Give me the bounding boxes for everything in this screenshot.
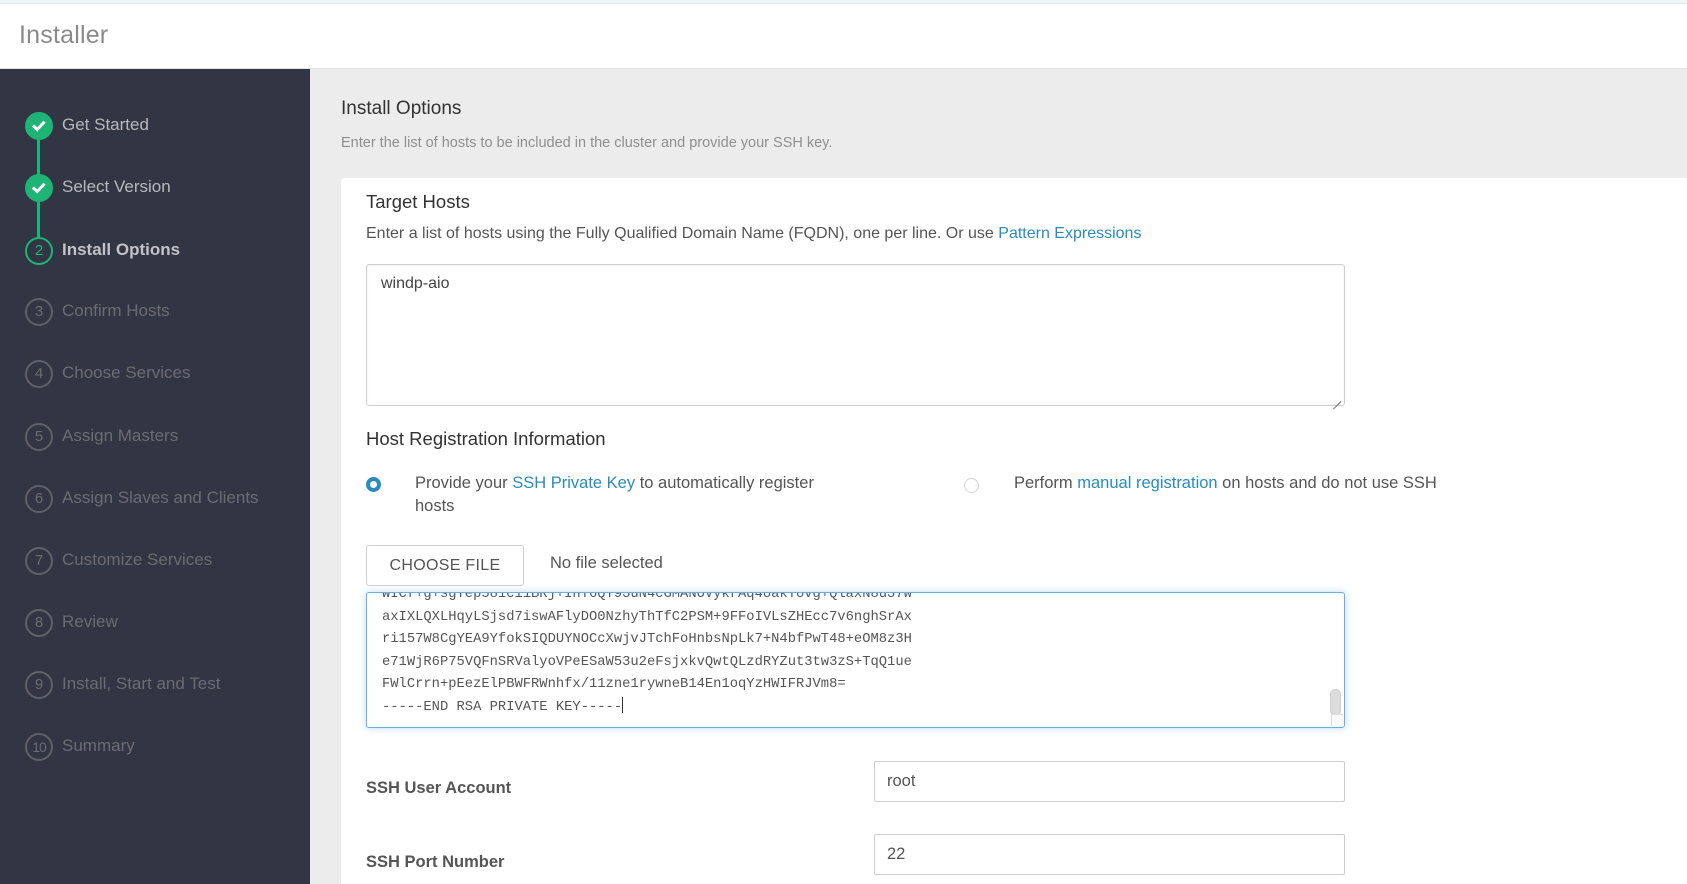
step-label: Choose Services <box>62 363 191 382</box>
step-assign-slaves-clients: 6 Assign Slaves and Clients <box>0 485 310 515</box>
description-text: Enter a list of hosts using the Fully Qu… <box>366 225 999 242</box>
step-number-badge: 7 <box>25 547 53 575</box>
page-subtitle: Enter the list of hosts to be included i… <box>341 135 833 151</box>
step-label: Review <box>62 612 118 631</box>
manual-registration-option-label[interactable]: Perform manual registration on hosts and… <box>1014 472 1437 495</box>
step-label: Customize Services <box>62 550 213 569</box>
step-number-badge: 3 <box>25 298 53 326</box>
step-number-badge: 5 <box>25 423 53 451</box>
step-label: Summary <box>62 736 135 755</box>
app-title: Installer <box>19 21 109 49</box>
host-registration-title: Host Registration Information <box>366 428 606 449</box>
step-label: Assign Slaves and Clients <box>62 488 259 507</box>
ssh-port-label: SSH Port Number <box>366 853 505 871</box>
textarea-scrollbar-thumb[interactable] <box>1330 689 1341 716</box>
step-label: Confirm Hosts <box>62 301 170 320</box>
ssh-private-key-link[interactable]: SSH Private Key <box>512 474 635 492</box>
key-line: WICf+g+sgTep581ci1BRj+InT6QY93uN4cGMANOV… <box>382 592 912 602</box>
ssh-private-key-textarea[interactable]: WICf+g+sgTep581ci1BRj+InT6QY93uN4cGMANOV… <box>366 592 1345 728</box>
option-text: Perform <box>1014 474 1078 492</box>
key-line: e71WjR6P75VQFnSRValyoVPeESaW53u2eFsjxkvQ… <box>382 654 912 670</box>
step-number-badge: 9 <box>25 671 53 699</box>
main-content: Install Options Enter the list of hosts … <box>310 69 1687 884</box>
target-hosts-description: Enter a list of hosts using the Fully Qu… <box>366 225 1141 243</box>
wizard-sidebar: Get Started Select Version 2 Install Opt… <box>0 69 310 884</box>
ssh-port-input[interactable]: 22 <box>874 834 1345 875</box>
step-summary: 10 Summary <box>0 733 310 763</box>
resize-handle-icon[interactable] <box>1331 714 1343 726</box>
step-number-badge: 10 <box>25 733 53 761</box>
registration-options: Provide your SSH Private Key to automati… <box>366 474 1666 524</box>
check-icon <box>25 112 53 140</box>
manual-registration-link[interactable]: manual registration <box>1077 474 1217 492</box>
ssh-user-input[interactable]: root <box>874 761 1345 802</box>
target-hosts-value: windp-aio <box>381 275 450 292</box>
step-label: Get Started <box>62 115 149 134</box>
step-number-badge: 6 <box>25 485 53 513</box>
manual-registration-radio[interactable] <box>964 478 979 493</box>
step-install-start-test: 9 Install, Start and Test <box>0 671 310 701</box>
step-label: Assign Masters <box>62 426 179 445</box>
ssh-user-label: SSH User Account <box>366 779 512 797</box>
step-number-badge: 2 <box>25 237 53 265</box>
step-number-badge: 8 <box>25 609 53 637</box>
file-status: No file selected <box>550 554 663 572</box>
app-header: Installer <box>0 4 1687 69</box>
step-select-version[interactable]: Select Version <box>0 174 310 204</box>
install-options-card: Target Hosts Enter a list of hosts using… <box>341 178 1687 884</box>
step-review: 8 Review <box>0 609 310 639</box>
text-caret <box>622 696 624 713</box>
step-label: Select Version <box>62 177 171 196</box>
option-text: on hosts and do not use SSH <box>1217 474 1437 492</box>
key-line: ri157W8CgYEA9YfokSIQDUYNOCcXwjvJTchFoHnb… <box>382 632 912 647</box>
target-hosts-title: Target Hosts <box>366 191 470 212</box>
resize-handle-icon[interactable] <box>1332 393 1342 403</box>
page-title: Install Options <box>341 98 462 119</box>
target-hosts-textarea[interactable]: windp-aio <box>366 264 1345 406</box>
ssh-key-content: WICf+g+sgTep581ci1BRj+InT6QY93uN4cGMANOV… <box>382 592 912 720</box>
ssh-key-option-label[interactable]: Provide your SSH Private Key to automati… <box>415 472 855 518</box>
step-customize-services: 7 Customize Services <box>0 547 310 577</box>
option-text: Provide your <box>415 474 513 492</box>
key-line: axIXLQXLHqyLSjsd7iswAFlyDO0NzhyThTfC2PSM… <box>382 609 912 625</box>
step-choose-services: 4 Choose Services <box>0 360 310 390</box>
step-label: Install, Start and Test <box>62 674 221 693</box>
key-line: -----END RSA PRIVATE KEY----- <box>382 699 623 715</box>
step-assign-masters: 5 Assign Masters <box>0 423 310 453</box>
step-install-options[interactable]: 2 Install Options <box>0 237 310 267</box>
step-number-badge: 4 <box>25 360 53 388</box>
ssh-key-radio[interactable] <box>366 477 381 492</box>
key-line-last: -----END RSA PRIVATE KEY----- <box>382 696 912 720</box>
step-get-started[interactable]: Get Started <box>0 112 310 142</box>
step-label: Install Options <box>62 240 181 259</box>
choose-file-button[interactable]: CHOOSE FILE <box>366 545 524 586</box>
step-confirm-hosts: 3 Confirm Hosts <box>0 298 310 328</box>
check-icon <box>25 174 53 202</box>
pattern-expressions-link[interactable]: Pattern Expressions <box>998 225 1141 242</box>
key-line: FWlCrrn+pEezElPBWFRWnhfx/11zne1rywneB14E… <box>382 677 846 692</box>
